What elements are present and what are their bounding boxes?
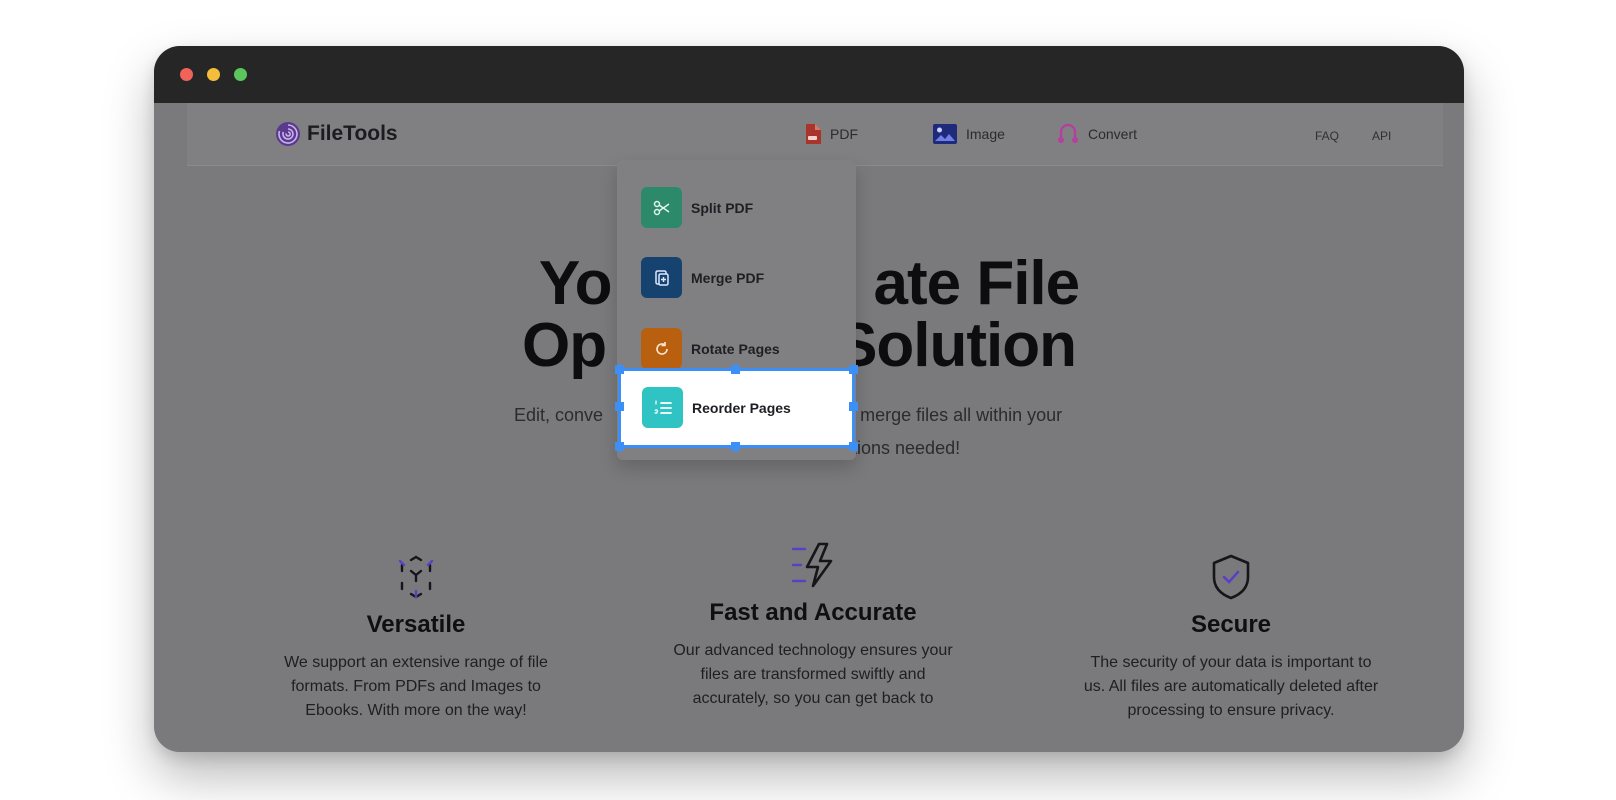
nav-image-label: Image [966,126,1005,142]
hero-title-line1-start: Yo [538,249,613,318]
top-navbar: FileTools PDF Image Convert FAQ API [187,103,1443,166]
hero-title-line2-end: Solution [836,311,1077,380]
menu-item-reorder-pages[interactable]: Reorder Pages [642,387,791,428]
resize-handle[interactable] [615,365,624,374]
resize-handle[interactable] [731,442,740,451]
hero-title-line2-start: Op [521,311,607,380]
resize-handle[interactable] [849,365,858,374]
lightning-bolt-icon [791,542,833,588]
hero-subtitle-line1-end: nd merge files all within your [835,405,1063,425]
nav-pdf-label: PDF [830,126,858,142]
nav-api-link[interactable]: API [1372,129,1391,143]
reorder-icon [642,387,683,428]
menu-item-label: Rotate Pages [691,340,780,357]
feature-text: We support an extensive range of file fo… [284,654,548,719]
feature-text: Our advanced technology ensures your fil… [673,642,953,707]
menu-item-split-pdf[interactable]: Split PDF [641,187,753,228]
maximize-window-button[interactable] [234,68,247,81]
nav-convert[interactable]: Convert [1056,123,1137,145]
resize-handle[interactable] [615,402,624,411]
image-icon [933,124,957,144]
menu-item-rotate-pages[interactable]: Rotate Pages [641,328,780,369]
rotate-icon [641,328,682,369]
menu-item-label: Split PDF [691,199,754,216]
page-viewport: FileTools PDF Image Convert FAQ API Yo a… [154,103,1464,752]
hero-subtitle-line1-start: Edit, conve [514,405,604,425]
feature-title: Versatile [366,611,466,638]
brand-name: FileTools [307,122,398,145]
close-window-button[interactable] [180,68,193,81]
merge-icon [641,257,682,298]
feature-fast-accurate: Fast and Accurate Our advanced technolog… [643,541,983,711]
feature-versatile: Versatile We support an extensive range … [246,553,586,723]
menu-item-label: Reorder Pages [692,399,791,416]
logo-swirl-icon [276,122,300,146]
selected-menu-item-highlight: Reorder Pages [615,365,858,451]
feature-title: Fast and Accurate [709,599,917,626]
convert-icon [1058,123,1078,143]
nav-faq-link[interactable]: FAQ [1315,129,1339,143]
scissors-icon [641,187,682,228]
window-titlebar [154,46,1464,103]
menu-item-merge-pdf[interactable]: Merge PDF [641,257,764,298]
shield-check-icon [1212,554,1250,600]
pdf-file-icon [806,124,821,144]
versatile-cube-icon [398,555,434,599]
nav-image[interactable]: Image [932,123,1005,145]
resize-handle[interactable] [849,442,858,451]
hero-subtitle-line2-end: tions needed! [852,438,961,458]
brand-logo[interactable]: FileTools [275,121,398,147]
nav-pdf[interactable]: PDF [804,123,858,145]
resize-handle[interactable] [615,442,624,451]
feature-title: Secure [1190,611,1272,638]
nav-convert-label: Convert [1088,126,1138,142]
resize-handle[interactable] [849,402,858,411]
menu-item-label: Merge PDF [691,269,765,286]
resize-handle[interactable] [731,365,740,374]
minimize-window-button[interactable] [207,68,220,81]
browser-window: FileTools PDF Image Convert FAQ API Yo a… [154,46,1464,752]
hero-title-line1-end: ate File [873,249,1080,318]
feature-secure: Secure The security of your data is impo… [1061,553,1401,723]
feature-text: The security of your data is important t… [1083,654,1379,719]
